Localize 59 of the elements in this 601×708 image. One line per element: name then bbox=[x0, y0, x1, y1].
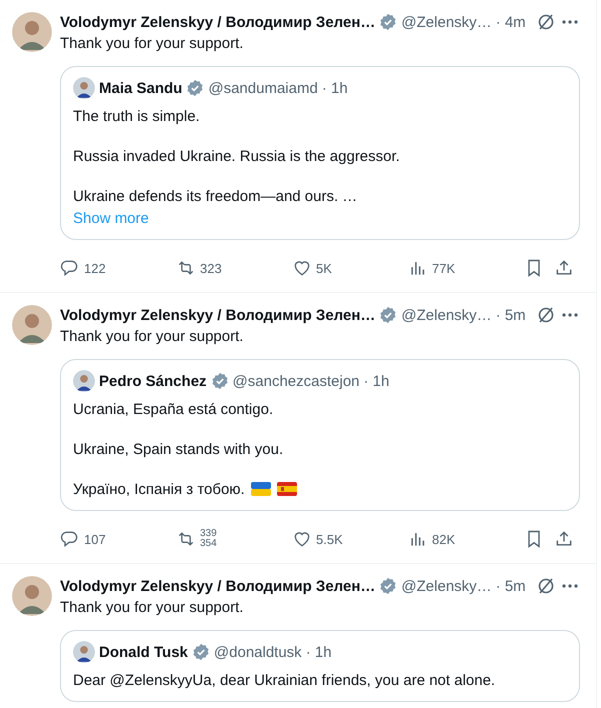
verified-badge-icon bbox=[210, 372, 229, 390]
avatar[interactable] bbox=[12, 12, 52, 52]
author-name[interactable]: Volodymyr Zelenskyy / Володимир Зелен… bbox=[60, 14, 376, 30]
author-handle[interactable]: @sandumaiamd bbox=[208, 80, 318, 96]
quote-text: The truth is simple. bbox=[73, 108, 200, 125]
count: 122 bbox=[84, 260, 106, 276]
avatar[interactable] bbox=[12, 305, 52, 345]
author-handle[interactable]: @donaldtusk bbox=[214, 644, 302, 660]
slashed-circle-icon[interactable] bbox=[536, 576, 556, 596]
quote-text: Ukraine defends its freedom—and ours. … bbox=[73, 188, 358, 205]
post-text: Thank you for your support. bbox=[60, 327, 244, 347]
avatar[interactable] bbox=[12, 576, 52, 616]
ukraine-flag-icon bbox=[250, 482, 271, 496]
post-time[interactable]: · 1h bbox=[306, 644, 332, 660]
author-name[interactable]: Donald Tusk bbox=[99, 644, 188, 660]
author-handle[interactable]: @Zelensky… bbox=[401, 578, 492, 594]
reply-icon[interactable] bbox=[60, 529, 80, 549]
slashed-circle-icon[interactable] bbox=[536, 305, 556, 325]
verified-badge-icon bbox=[186, 79, 204, 97]
count: 77K bbox=[432, 260, 456, 276]
verified-badge-icon bbox=[379, 306, 398, 324]
spain-flag-icon bbox=[276, 482, 297, 496]
count: 5.5K bbox=[316, 532, 343, 546]
quoted-post[interactable]: Maia Sandu @sandumaiamd · 1h The truth is simple. Russia invaded Ukraine. Russia is the aggressor. Ukraine defends its freedom—and ours. … Show more bbox=[60, 66, 580, 240]
quoted-post[interactable]: Pedro Sánchez @sanchezcastejon · 1h Ucrania, España está contigo. Ukraine, Spain stands with you. Україно, Іспанія з тобою. bbox=[60, 359, 580, 511]
author-name[interactable]: Pedro Sánchez bbox=[99, 372, 207, 390]
post-time[interactable]: · 5m bbox=[496, 578, 526, 594]
count: 339 bbox=[200, 529, 217, 539]
author-name[interactable]: Volodymyr Zelenskyy / Володимир Зелен… bbox=[60, 306, 376, 324]
verified-badge-icon bbox=[192, 643, 210, 661]
post-time[interactable]: · 1h bbox=[322, 80, 348, 96]
author-name[interactable]: Volodymyr Zelenskyy / Володимир Зелен… bbox=[60, 578, 376, 594]
quote-text: Ucrania, España está contigo. bbox=[73, 401, 274, 418]
quote-text: Russia invaded Ukraine. Russia is the aggressor. bbox=[73, 148, 400, 165]
reply-icon[interactable] bbox=[60, 258, 80, 278]
post-time[interactable]: · 4m bbox=[496, 14, 526, 30]
verified-badge-icon bbox=[379, 577, 398, 595]
quote-text: Ukraine, Spain stands with you. bbox=[73, 441, 284, 458]
post-time[interactable]: · 1h bbox=[364, 372, 390, 390]
quote-text: Dear @ZelenskyyUa, dear Ukrainian friends, you are not alone. bbox=[73, 672, 496, 689]
verified-badge-icon bbox=[379, 13, 398, 31]
avatar[interactable] bbox=[73, 77, 95, 99]
post-text: Thank you for your support. bbox=[60, 34, 244, 54]
avatar[interactable] bbox=[73, 370, 95, 392]
author-handle[interactable]: @Zelensky… bbox=[401, 306, 492, 324]
author-handle[interactable]: @Zelensky… bbox=[401, 14, 492, 30]
post-time[interactable]: · 5m bbox=[496, 306, 526, 324]
count: 354 bbox=[200, 539, 217, 549]
avatar[interactable] bbox=[73, 641, 95, 663]
count: 82K bbox=[432, 532, 456, 546]
count: 323 bbox=[200, 260, 222, 276]
quote-text: Україно, Іспанія з тобою. bbox=[73, 481, 245, 498]
author-handle[interactable]: @sanchezcastejon bbox=[232, 372, 360, 390]
post-text: Thank you for your support. bbox=[60, 598, 244, 618]
quoted-post[interactable]: Donald Tusk @donaldtusk · 1h Dear @ZelenskyyUa, dear Ukrainian friends, you are not alone. bbox=[60, 630, 580, 702]
count: 107 bbox=[84, 532, 106, 546]
slashed-circle-icon[interactable] bbox=[536, 12, 556, 32]
author-name[interactable]: Maia Sandu bbox=[99, 80, 182, 96]
count: 5K bbox=[316, 260, 332, 276]
